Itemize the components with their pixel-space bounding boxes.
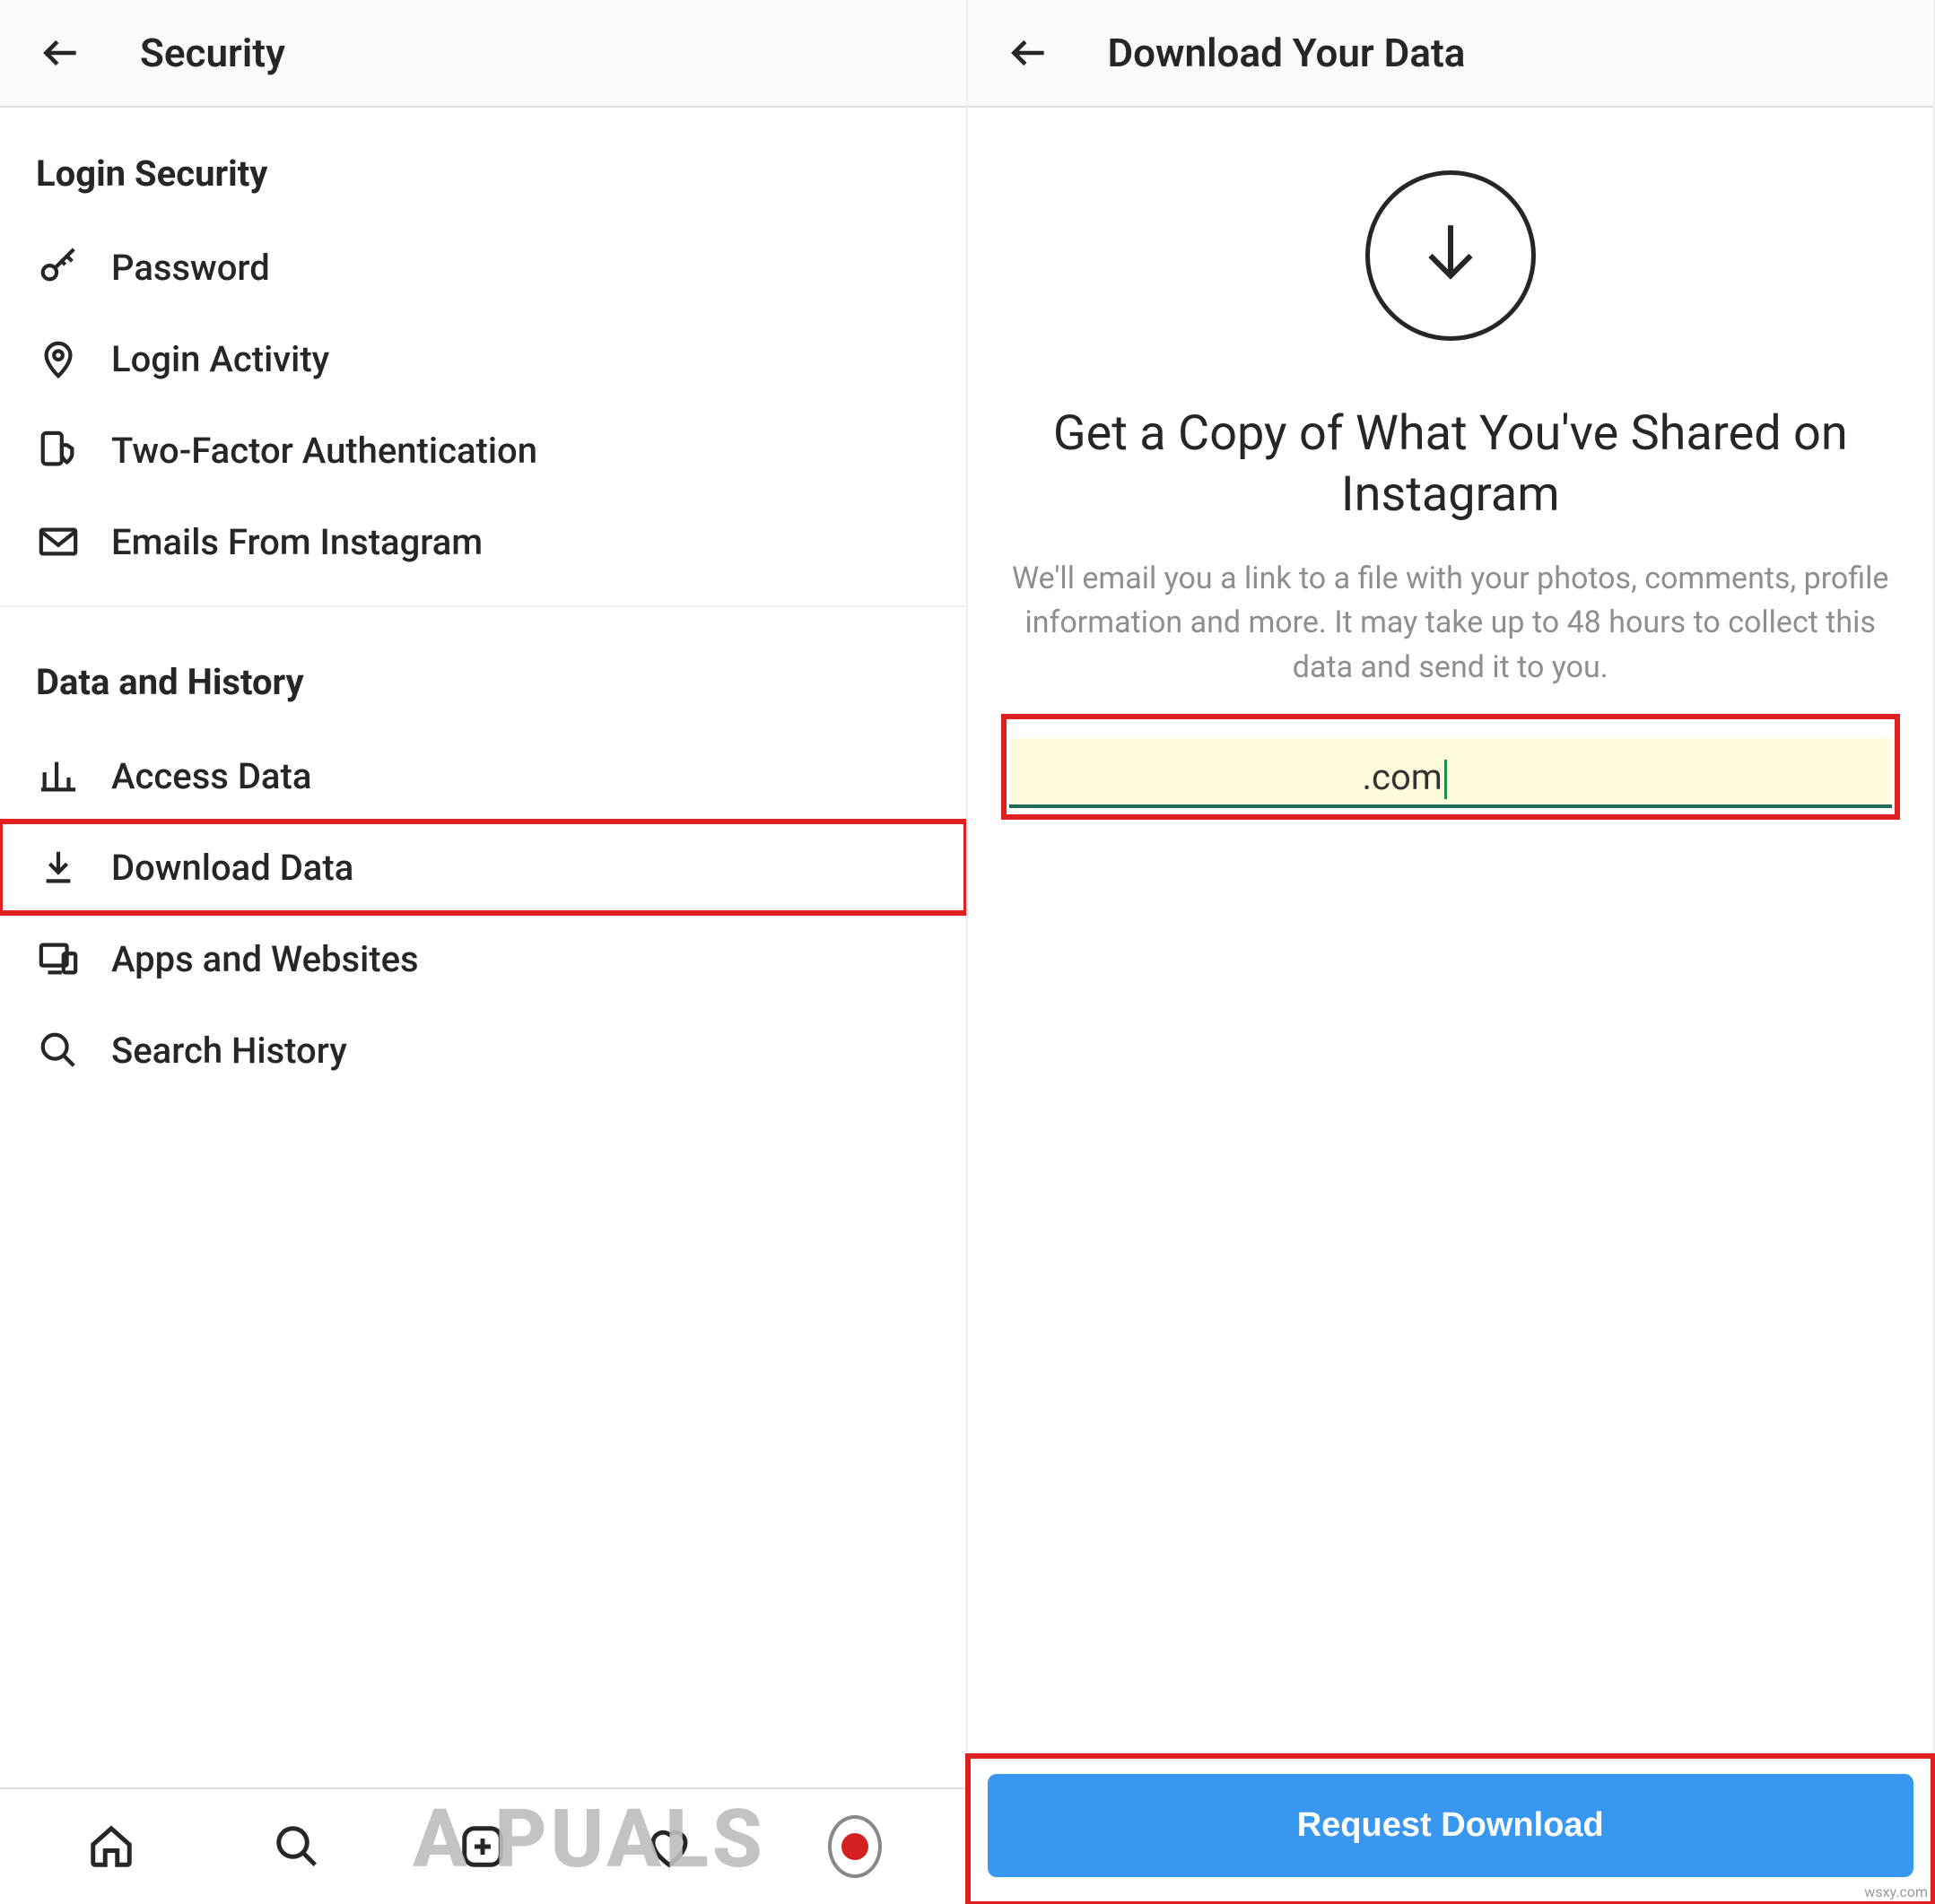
activity-heart-icon[interactable]	[642, 1820, 696, 1874]
menu-item-access-data[interactable]: Access Data	[0, 730, 966, 822]
security-screen: Security Login Security Password Login A…	[0, 0, 968, 1904]
section-data-history: Data and History	[0, 616, 966, 730]
email-redacted-portion	[1022, 766, 1363, 793]
download-header: Download Your Data	[968, 0, 1934, 108]
download-title: Get a Copy of What You've Shared on Inst…	[1004, 404, 1898, 525]
email-input-highlight: .com	[1004, 717, 1898, 817]
back-arrow-icon[interactable]	[36, 28, 86, 78]
add-post-icon[interactable]	[456, 1820, 510, 1874]
text-cursor-icon	[1444, 760, 1447, 799]
menu-item-label: Login Activity	[111, 338, 329, 380]
key-icon	[36, 245, 81, 290]
menu-item-label: Emails From Instagram	[111, 521, 483, 563]
security-header-title: Security	[140, 30, 285, 76]
download-content: Get a Copy of What You've Shared on Inst…	[968, 108, 1934, 1756]
menu-item-two-factor[interactable]: Two-Factor Authentication	[0, 404, 966, 496]
section-login-security: Login Security	[0, 108, 966, 222]
menu-item-label: Two-Factor Authentication	[111, 430, 537, 472]
section-divider	[0, 605, 966, 607]
location-pin-icon	[36, 336, 81, 381]
magnifier-icon	[36, 1028, 81, 1073]
menu-item-apps-websites[interactable]: Apps and Websites	[0, 913, 966, 1004]
menu-item-label: Download Data	[111, 847, 353, 889]
menu-item-password[interactable]: Password	[0, 222, 966, 313]
menu-item-emails-from-instagram[interactable]: Emails From Instagram	[0, 496, 966, 587]
download-header-title: Download Your Data	[1108, 30, 1466, 76]
request-download-highlight: Request Download	[968, 1756, 1934, 1904]
email-visible-text: .com	[1363, 756, 1443, 798]
menu-item-search-history[interactable]: Search History	[0, 1004, 966, 1096]
menu-item-label: Apps and Websites	[111, 938, 419, 980]
email-input[interactable]: .com	[1009, 738, 1893, 808]
search-icon[interactable]	[270, 1820, 324, 1874]
envelope-icon	[36, 519, 81, 564]
download-circle-icon	[1365, 170, 1536, 341]
menu-item-label: Search History	[111, 1030, 347, 1072]
menu-item-label: Access Data	[111, 755, 311, 797]
menu-item-login-activity[interactable]: Login Activity	[0, 313, 966, 404]
bar-chart-icon	[36, 753, 81, 798]
home-icon[interactable]	[84, 1820, 138, 1874]
bottom-nav-bar	[0, 1787, 966, 1904]
security-content: Login Security Password Login Activity T…	[0, 108, 966, 1787]
download-description: We'll email you a link to a file with yo…	[1004, 557, 1898, 690]
source-watermark: wsxy.com	[1864, 1883, 1928, 1900]
download-data-screen: Download Your Data Get a Copy of What Yo…	[968, 0, 1935, 1904]
menu-item-download-data[interactable]: Download Data	[0, 822, 966, 913]
request-download-button[interactable]: Request Download	[988, 1774, 1914, 1877]
shield-phone-icon	[36, 428, 81, 473]
back-arrow-icon[interactable]	[1004, 28, 1054, 78]
download-icon	[36, 845, 81, 890]
menu-item-label: Password	[111, 247, 270, 289]
profile-avatar-icon[interactable]	[828, 1820, 882, 1874]
devices-icon	[36, 936, 81, 981]
security-header: Security	[0, 0, 966, 108]
